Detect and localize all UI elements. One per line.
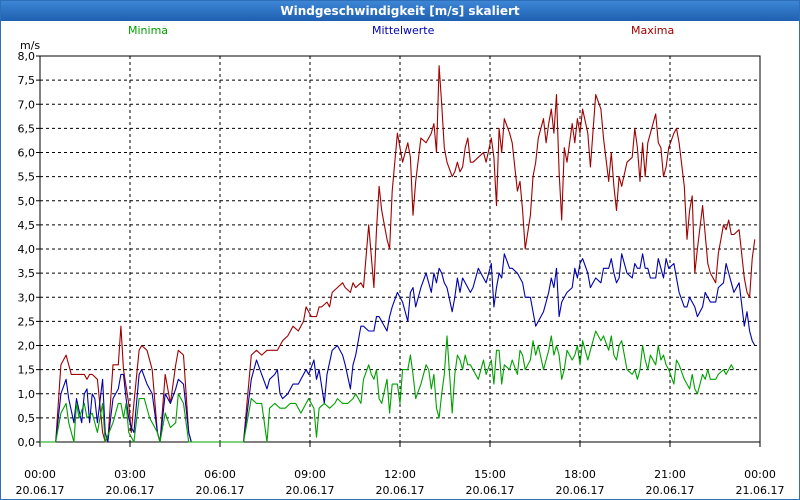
x-tick-time-label: 15:00 bbox=[474, 468, 506, 481]
x-tick-time-label: 12:00 bbox=[384, 468, 416, 481]
y-tick-label: 1,5 bbox=[18, 364, 36, 377]
y-tick-label: 4,5 bbox=[18, 219, 36, 232]
y-tick-label: 6,0 bbox=[18, 147, 36, 160]
x-tick-time-label: 06:00 bbox=[204, 468, 236, 481]
x-tick-date-label: 20.06.17 bbox=[556, 484, 605, 497]
y-tick-label: 2,0 bbox=[18, 340, 36, 353]
x-tick-date-label: 20.06.17 bbox=[16, 484, 65, 497]
x-tick-time-label: 09:00 bbox=[294, 468, 326, 481]
x-tick-date-label: 20.06.17 bbox=[196, 484, 245, 497]
y-tick-label: 5,0 bbox=[18, 195, 36, 208]
series-line-mittelwerte bbox=[40, 253, 756, 443]
y-tick-label: 2,5 bbox=[18, 315, 36, 328]
y-tick-label: 0,0 bbox=[18, 436, 36, 449]
y-tick-label: 6,5 bbox=[18, 122, 36, 135]
y-tick-label: 1,0 bbox=[18, 388, 36, 401]
wind-speed-chart: 0,0 0,5 1,0 1,5 2,0 2,5 3,0 3,5 4,0 4,5 5,0 5,5 6,0 6… bbox=[16, 50, 785, 497]
y-tick-label: 4,0 bbox=[18, 243, 36, 256]
y-tick-label: 7,5 bbox=[18, 74, 36, 87]
x-tick-date-label: 20.06.17 bbox=[466, 484, 515, 497]
y-tick-label: 5,5 bbox=[18, 171, 36, 184]
x-tick-date-label: 20.06.17 bbox=[646, 484, 695, 497]
x-tick-time-label: 00:00 bbox=[24, 468, 56, 481]
y-tick-label: 7,0 bbox=[18, 98, 36, 111]
x-tick-date-label: 20.06.17 bbox=[286, 484, 335, 497]
x-tick-date-label: 21.06.17 bbox=[736, 484, 785, 497]
x-tick-time-label: 00:00 bbox=[744, 468, 776, 481]
y-tick-label: 8,0 bbox=[18, 50, 36, 63]
y-tick-label: 0,5 bbox=[18, 412, 36, 425]
x-tick-date-label: 20.06.17 bbox=[376, 484, 425, 497]
y-tick-label: 3,5 bbox=[18, 267, 36, 280]
x-tick-time-label: 21:00 bbox=[654, 468, 686, 481]
x-tick-time-label: 03:00 bbox=[114, 468, 146, 481]
x-tick-date-label: 20.06.17 bbox=[106, 484, 155, 497]
x-tick-time-label: 18:00 bbox=[564, 468, 596, 481]
y-tick-label: 3,0 bbox=[18, 291, 36, 304]
